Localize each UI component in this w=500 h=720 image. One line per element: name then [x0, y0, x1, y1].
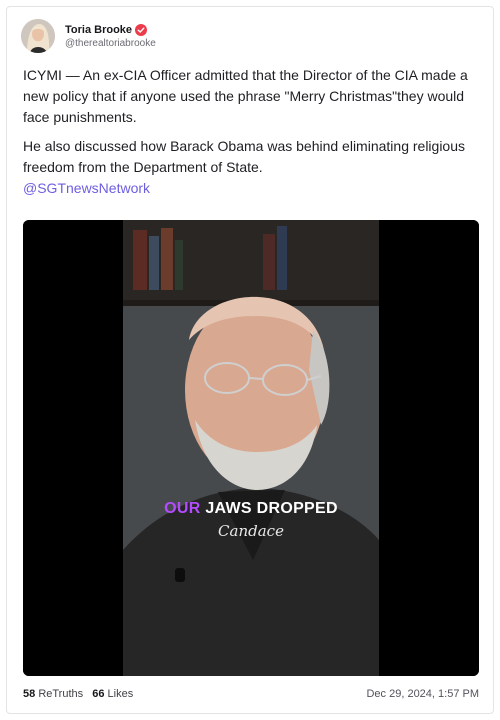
verified-badge-icon	[135, 23, 148, 36]
likes-count: 66	[92, 688, 105, 700]
retruths-count: 58	[23, 688, 36, 700]
video-player[interactable]: OUR JAWS DROPPED Candace	[23, 220, 479, 676]
likes-label: Likes	[107, 688, 134, 700]
post-paragraph-2-wrap: He also discussed how Barack Obama was b…	[23, 136, 473, 199]
post-footer: 58 ReTruths 66 Likes Dec 29, 2024, 1:57 …	[23, 688, 479, 700]
post-paragraph-1: ICYMI — An ex-CIA Officer admitted that …	[23, 67, 468, 125]
post-body: ICYMI — An ex-CIA Officer admitted that …	[23, 65, 473, 199]
post-paragraph-2: He also discussed how Barack Obama was b…	[23, 138, 466, 175]
retruths-stat[interactable]: 58 ReTruths	[23, 688, 86, 700]
avatar-image	[21, 19, 55, 53]
video-frame	[23, 220, 479, 676]
author-identity: Toria Brooke @therealtoriabrooke	[65, 23, 156, 49]
mention-link[interactable]: @SGTnewsNetwork	[23, 180, 150, 196]
video-caption: OUR JAWS DROPPED	[23, 500, 479, 518]
avatar[interactable]	[21, 19, 55, 53]
likes-stat[interactable]: 66 Likes	[92, 688, 133, 700]
video-caption-rest: JAWS DROPPED	[205, 500, 338, 517]
video-signature: Candace	[218, 522, 284, 540]
author-name-row: Toria Brooke	[65, 23, 156, 36]
post-timestamp[interactable]: Dec 29, 2024, 1:57 PM	[366, 688, 479, 700]
author-name[interactable]: Toria Brooke	[65, 24, 132, 36]
post-card: Toria Brooke @therealtoriabrooke ICYMI —…	[6, 6, 494, 714]
engagement-stats: 58 ReTruths 66 Likes	[23, 688, 133, 700]
video-caption-accent: OUR	[164, 500, 201, 517]
author-handle[interactable]: @therealtoriabrooke	[65, 38, 156, 49]
retruths-label: ReTruths	[38, 688, 84, 700]
post-header: Toria Brooke @therealtoriabrooke	[21, 19, 156, 53]
